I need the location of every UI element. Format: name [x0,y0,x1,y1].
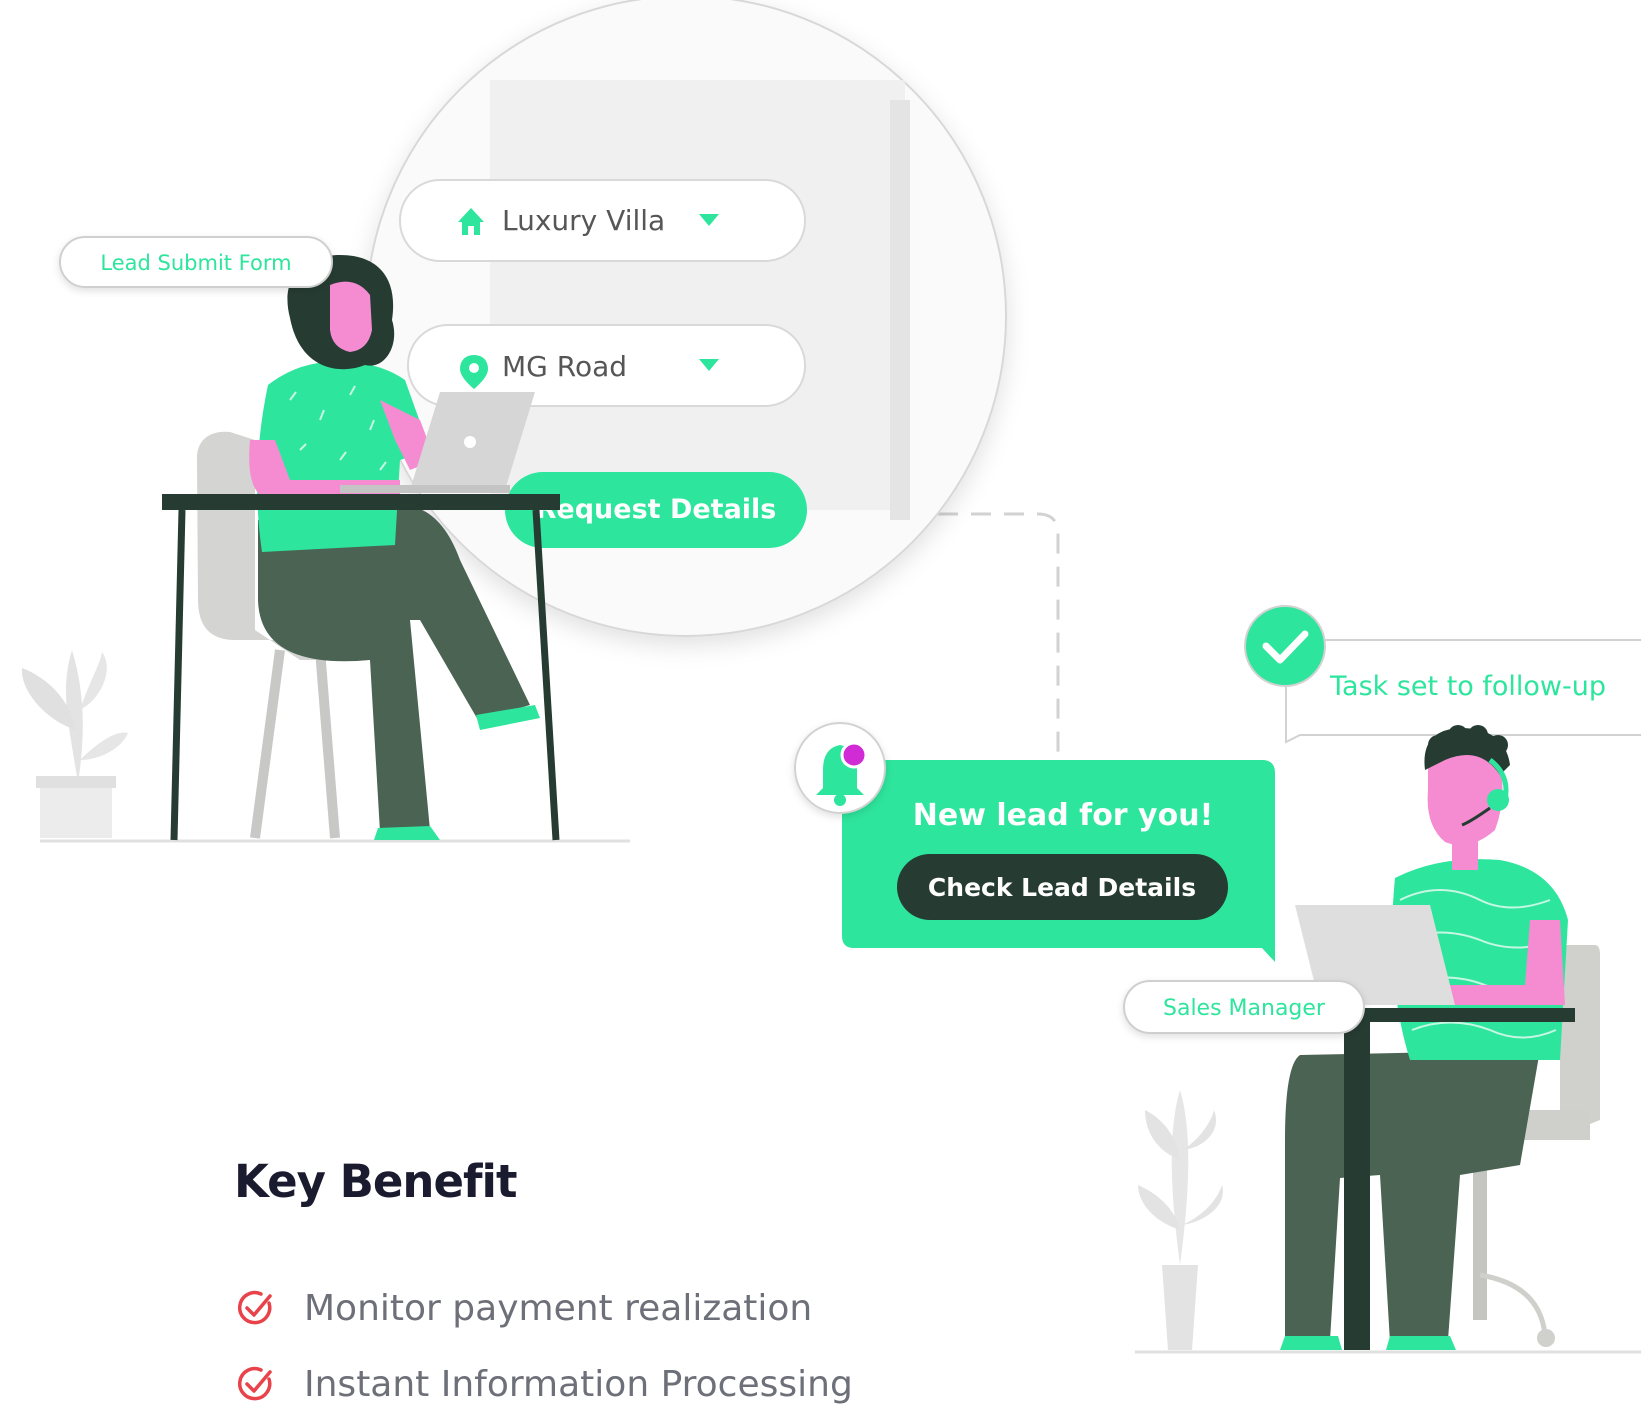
task-status-text: Task set to follow-up [1329,671,1606,702]
lead-submit-form-label: Lead Submit Form [100,251,291,275]
sales-manager-label: Sales Manager [1163,996,1326,1021]
benefit-item: Monitor payment realization [234,1287,853,1329]
check-lead-details-label: Check Lead Details [928,873,1196,902]
notification-text: New lead for you! [913,798,1214,833]
benefit-item: Instant Information Processing [234,1364,853,1404]
key-benefit-title: Key Benefit [234,1155,517,1208]
sales-manager-figure [1280,725,1600,1350]
property-type-dropdown[interactable]: Luxury Villa [399,179,806,262]
check-icon [1244,605,1326,687]
check-circle-icon [238,1366,272,1401]
lead-submit-form-tag: Lead Submit Form [59,236,333,288]
benefit-list: Monitor payment realization Instant Info… [234,1288,853,1404]
request-details-label: Request Details [536,494,777,525]
location-value: MG Road [502,350,627,383]
page: Luxury Villa MG Road Request Details Lea… [0,0,1641,1404]
check-circle-icon [238,1290,272,1325]
bell-icon [794,722,886,814]
check-lead-details-button[interactable]: Check Lead Details [897,854,1228,920]
property-type-value: Luxury Villa [502,204,665,237]
potted-plant-left [21,650,128,838]
benefit-text: Instant Information Processing [304,1363,853,1404]
benefit-text: Monitor payment realization [304,1287,813,1329]
dashed-connector [905,512,1060,762]
task-status-tag: Task set to follow-up [1244,605,1641,744]
potted-plant-right [1138,1090,1223,1350]
sales-manager-tag: Sales Manager [1123,980,1365,1034]
